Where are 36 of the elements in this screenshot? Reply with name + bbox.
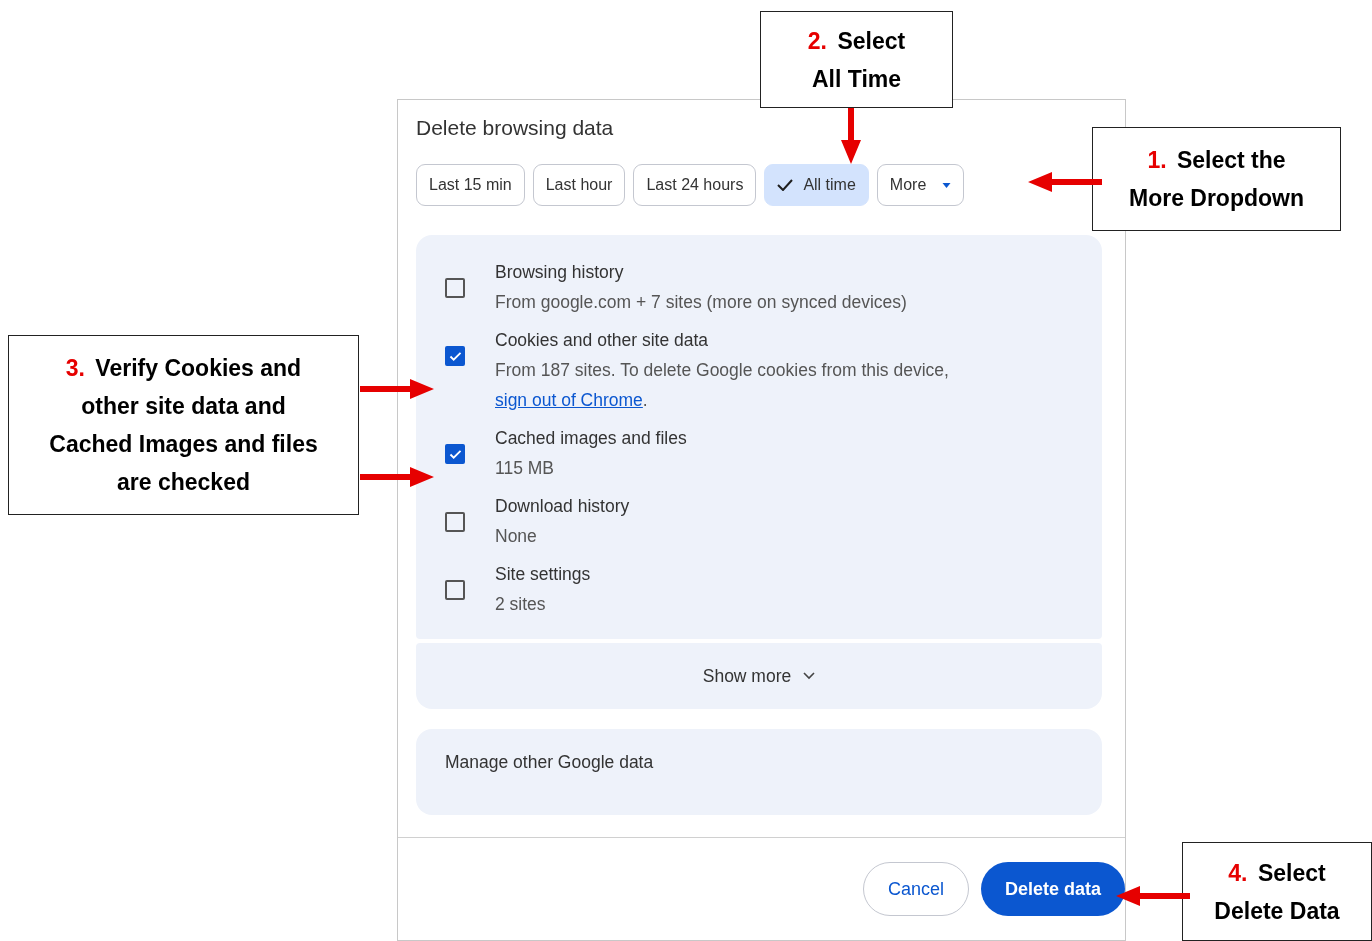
time-range-chip[interactable]: Last hour (532, 164, 626, 206)
option-description: From 187 sites. To delete Google cookies from this device, sign out of Chrome. (495, 359, 950, 412)
checkbox[interactable] (445, 580, 465, 600)
option-label: Cached images and files (495, 427, 688, 450)
manage-label: Manage other Google data (445, 751, 655, 774)
show-more-button[interactable]: Show more (416, 643, 1102, 709)
callout-text: 2. Select All Time (806, 26, 907, 94)
time-range-chip[interactable]: Last 24 hours (633, 164, 757, 206)
dialog-title: Delete browsing data (416, 116, 615, 140)
check-icon (448, 350, 462, 362)
chevron-down-icon (803, 672, 816, 680)
checkbox[interactable] (445, 512, 465, 532)
callout-text: 3. Verify Cookies and other site data and Cached Images and files are checked (48, 354, 319, 497)
check-icon (448, 448, 462, 460)
option-description: 115 MB (495, 457, 555, 480)
check-icon (777, 179, 794, 191)
option-label: Browsing history (495, 261, 625, 284)
checkbox[interactable] (445, 346, 465, 366)
callout-text: 4. Select Delete Data (1213, 858, 1341, 926)
cancel-button[interactable]: Cancel (862, 862, 969, 916)
option-description: None (495, 525, 538, 548)
option-label: Download history (495, 495, 631, 518)
time-range-chip[interactable]: Last 15 min (416, 164, 525, 206)
option-description: From google.com + 7 sites (more on synced devices) (495, 291, 908, 314)
time-range-chip[interactable]: All time (764, 164, 869, 206)
checkbox[interactable] (445, 278, 465, 298)
checkbox[interactable] (445, 444, 465, 464)
more-dropdown[interactable]: More (876, 164, 965, 206)
delete-data-button[interactable]: Delete data (980, 862, 1125, 916)
option-description: 2 sites (495, 593, 547, 616)
caret-icon (942, 182, 952, 188)
callout-text: 1. Select the More Dropdown (1127, 146, 1305, 213)
arrow (841, 108, 861, 164)
sign-out-link[interactable]: sign out of Chrome (495, 390, 643, 410)
option-label: Site settings (495, 563, 592, 586)
option-label: Cookies and other site data (495, 329, 710, 352)
